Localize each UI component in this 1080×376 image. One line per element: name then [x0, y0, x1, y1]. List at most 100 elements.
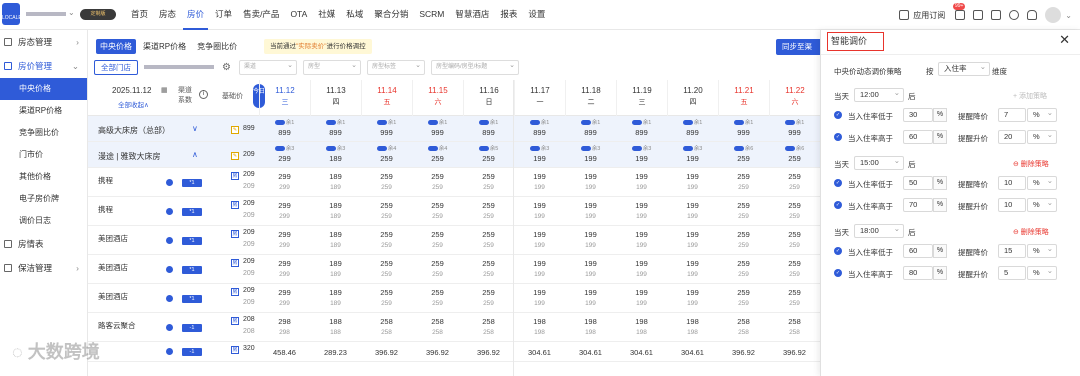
- inventory-toggle[interactable]: 余1: [514, 118, 565, 126]
- price-cell[interactable]: 259: [718, 154, 769, 163]
- occupancy-threshold-input[interactable]: 70: [903, 198, 933, 212]
- checkbox-checked[interactable]: ✓: [834, 247, 842, 255]
- percent-unit-select[interactable]: %: [1027, 129, 1057, 144]
- delete-strategy-link[interactable]: ⊖ 删除策略: [1013, 227, 1049, 237]
- price-cell[interactable]: 396.92: [718, 348, 769, 357]
- price-cell[interactable]: 458.46: [259, 348, 310, 357]
- adjust-value-input[interactable]: 20: [998, 130, 1026, 144]
- price-cell[interactable]: 259: [361, 259, 412, 268]
- price-cell[interactable]: 199: [616, 259, 667, 268]
- price-cell[interactable]: 259: [412, 230, 463, 239]
- checkbox-checked[interactable]: ✓: [834, 201, 842, 209]
- room-tag-select[interactable]: 房型标签: [366, 59, 425, 75]
- time-select[interactable]: 12:00: [854, 87, 904, 102]
- toggle-switch[interactable]: [784, 120, 795, 126]
- inventory-toggle[interactable]: 余1: [769, 118, 820, 126]
- price-cell[interactable]: 298: [259, 317, 310, 326]
- chevron-down-icon[interactable]: ⌄: [68, 8, 75, 17]
- price-cell[interactable]: 189: [310, 172, 361, 181]
- inventory-toggle[interactable]: 余5: [463, 144, 514, 152]
- channel-coefficient[interactable]: *1: [182, 207, 202, 216]
- adjust-value-input[interactable]: 5: [998, 266, 1026, 280]
- adjust-value-input[interactable]: 10: [998, 198, 1026, 212]
- tab-0[interactable]: 中央价格: [96, 39, 136, 54]
- delete-strategy-link[interactable]: ⊖ 删除策略: [1013, 159, 1049, 169]
- price-cell[interactable]: 259: [769, 172, 820, 181]
- nav-item[interactable]: 订单: [211, 0, 236, 30]
- sidebar-group-price[interactable]: 房价管理 ⌄: [0, 54, 87, 78]
- date-column[interactable]: 11.13 四: [310, 80, 361, 116]
- inventory-toggle[interactable]: 余1: [310, 118, 361, 126]
- price-cell[interactable]: 199: [616, 201, 667, 210]
- price-cell[interactable]: 199: [565, 288, 616, 297]
- channel-coefficient[interactable]: *1: [182, 236, 202, 245]
- price-cell[interactable]: 259: [718, 230, 769, 239]
- collapse-all-link[interactable]: 全部收起∧: [118, 99, 149, 109]
- price-cell[interactable]: 199: [616, 154, 667, 163]
- price-cell[interactable]: 396.92: [463, 348, 514, 357]
- price-cell[interactable]: 999: [361, 128, 412, 137]
- settings-icon[interactable]: ⚙: [222, 62, 231, 73]
- price-cell[interactable]: 259: [718, 201, 769, 210]
- edit-icon[interactable]: [991, 10, 1002, 20]
- nav-item[interactable]: 报表: [496, 0, 521, 30]
- toggle-switch[interactable]: [682, 120, 693, 126]
- price-cell[interactable]: 258: [361, 317, 412, 326]
- date-column[interactable]: 11.12 三: [259, 80, 310, 116]
- price-cell[interactable]: 199: [565, 172, 616, 181]
- price-cell[interactable]: 188: [310, 317, 361, 326]
- app-subscribe-link[interactable]: 应用订阅: [913, 10, 945, 21]
- nav-item[interactable]: 首页: [127, 0, 152, 30]
- price-cell[interactable]: 258: [718, 317, 769, 326]
- price-cell[interactable]: 899: [463, 128, 514, 137]
- date-column[interactable]: 11.21 五: [718, 80, 769, 116]
- price-cell[interactable]: 259: [769, 259, 820, 268]
- price-cell[interactable]: 259: [412, 172, 463, 181]
- price-cell[interactable]: 259: [769, 154, 820, 163]
- refresh-icon[interactable]: [1009, 10, 1020, 20]
- price-cell[interactable]: 199: [667, 288, 718, 297]
- price-cell[interactable]: 259: [463, 259, 514, 268]
- percent-unit-select[interactable]: %: [1027, 243, 1057, 258]
- chevron-toggle-icon[interactable]: ∧: [192, 150, 198, 159]
- price-cell[interactable]: 259: [412, 154, 463, 163]
- inventory-toggle[interactable]: 余6: [718, 144, 769, 152]
- toggle-switch[interactable]: [529, 146, 540, 152]
- search-input[interactable]: 房型编码/房型/标题: [430, 59, 519, 75]
- percent-unit-select[interactable]: %: [1027, 197, 1057, 212]
- price-cell[interactable]: 199: [514, 201, 565, 210]
- nav-item[interactable]: 房态: [155, 0, 180, 30]
- download-icon[interactable]: [973, 10, 984, 20]
- locale-logo[interactable]: LOCALE: [2, 3, 22, 25]
- sidebar-item[interactable]: 电子房价牌: [0, 188, 87, 210]
- inventory-toggle[interactable]: 余1: [463, 118, 514, 126]
- inventory-toggle[interactable]: 余1: [361, 118, 412, 126]
- price-cell[interactable]: 259: [361, 201, 412, 210]
- inventory-toggle[interactable]: 余1: [616, 118, 667, 126]
- inventory-toggle[interactable]: 余3: [616, 144, 667, 152]
- avatar[interactable]: [1045, 7, 1062, 23]
- price-cell[interactable]: 198: [514, 317, 565, 326]
- nav-item[interactable]: 智慧酒店: [451, 0, 493, 30]
- all-stores-button[interactable]: 全部门店: [94, 59, 138, 75]
- percent-unit-select[interactable]: %: [1027, 175, 1057, 190]
- toggle-switch[interactable]: [733, 120, 744, 126]
- price-cell[interactable]: 199: [565, 259, 616, 268]
- info-icon[interactable]: i: [199, 90, 208, 99]
- date-column[interactable]: 11.17 一: [514, 80, 565, 116]
- price-cell[interactable]: 259: [463, 230, 514, 239]
- price-cell[interactable]: 299: [259, 259, 310, 268]
- inventory-toggle[interactable]: 余1: [259, 118, 310, 126]
- toggle-switch[interactable]: [376, 120, 387, 126]
- inventory-toggle[interactable]: 余3: [310, 144, 361, 152]
- add-strategy-link[interactable]: + 添加策略: [1013, 91, 1047, 101]
- toggle-switch[interactable]: [529, 120, 540, 126]
- inventory-toggle[interactable]: 余3: [514, 144, 565, 152]
- inventory-toggle[interactable]: 余1: [412, 118, 463, 126]
- percent-unit-select[interactable]: %: [1027, 265, 1057, 280]
- price-cell[interactable]: 258: [769, 317, 820, 326]
- toggle-switch[interactable]: [580, 120, 591, 126]
- tab-2[interactable]: 竞争圈比价: [193, 39, 241, 54]
- price-cell[interactable]: 259: [412, 201, 463, 210]
- adjust-value-input[interactable]: 15: [998, 244, 1026, 258]
